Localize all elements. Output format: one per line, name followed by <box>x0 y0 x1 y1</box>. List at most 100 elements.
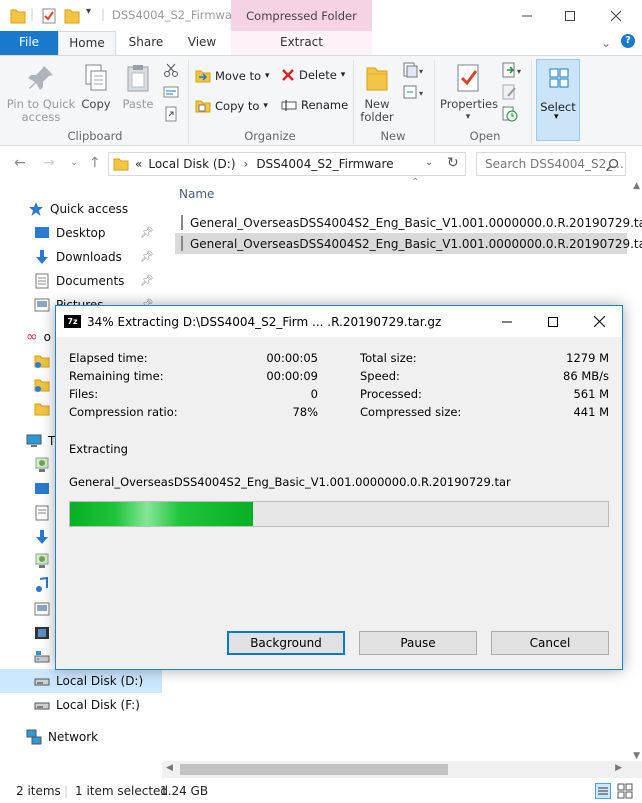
breadcrumb-local-disk[interactable]: Local Disk (D:) <box>148 157 235 171</box>
nav-documents[interactable]: Documents 📌︎ <box>0 269 162 293</box>
pin-to-quick-access-button[interactable]: Pin to Quick access <box>6 62 76 124</box>
breadcrumb-overflow[interactable]: « <box>135 157 142 171</box>
tab-share[interactable]: Share <box>122 31 170 55</box>
edit-icon[interactable] <box>502 84 518 100</box>
dialog-maximize-button[interactable] <box>530 306 576 337</box>
properties-check-icon[interactable] <box>41 7 57 25</box>
customize-qa-chevron-icon[interactable]: ▾ <box>86 6 91 17</box>
search-input[interactable]: Search DSS4004_S2_... <box>476 152 626 176</box>
scroll-right-arrow-icon[interactable]: ▶ <box>615 763 622 773</box>
ribbon-separator <box>434 60 435 144</box>
new-item-icon[interactable]: ▾ <box>403 62 425 78</box>
paste-shortcut-icon[interactable] <box>163 106 179 122</box>
folder-icon[interactable] <box>34 353 50 369</box>
minimize-button[interactable] <box>504 0 550 31</box>
nav-documents-label: Documents <box>56 274 125 288</box>
properties-button[interactable]: Properties ▾ <box>440 62 499 124</box>
file-document-icon <box>181 215 183 230</box>
rename-button[interactable]: Rename <box>281 98 348 112</box>
scroll-up-arrow-icon[interactable]: ▲ <box>633 181 640 191</box>
select-button[interactable]: Select ▾ <box>536 59 580 141</box>
folder-icon[interactable] <box>34 401 50 417</box>
video-film-icon[interactable] <box>34 625 50 641</box>
forward-arrow-icon[interactable]: → <box>43 155 55 171</box>
paste-button[interactable]: Paste <box>120 62 156 111</box>
cut-scissors-icon[interactable] <box>163 62 179 78</box>
documents-icon[interactable] <box>34 505 50 521</box>
nav-network-label: Network <box>48 730 99 744</box>
maximize-button[interactable] <box>547 0 593 31</box>
up-arrow-icon[interactable]: ↑ <box>89 155 101 171</box>
nav-quick-access[interactable]: Quick access <box>0 197 162 221</box>
desktop-icon <box>35 227 49 238</box>
pin-label: Pin to Quick access <box>6 97 76 124</box>
desktop-icon[interactable] <box>34 481 50 497</box>
group-label-new: New <box>380 129 406 143</box>
network-icon <box>26 729 42 745</box>
copy-to-button[interactable]: Copy to ▾ <box>195 98 268 114</box>
folder-icon[interactable] <box>34 377 50 393</box>
nav-local-disk-f[interactable]: Local Disk (F:) <box>0 693 162 717</box>
move-to-button[interactable]: Move to ▾ <box>195 68 270 84</box>
address-dropdown-chevron-icon[interactable]: ⌄ <box>425 157 433 168</box>
address-bar[interactable]: « Local Disk (D:) › DSS4004_S2_Firmware … <box>108 152 466 176</box>
new-folder-icon[interactable] <box>64 7 80 25</box>
music-note-icon[interactable] <box>34 577 50 593</box>
stat-remaining-time: 00:00:09 <box>266 369 318 383</box>
new-folder-button[interactable]: New folder <box>357 62 397 124</box>
copy-button[interactable]: Copy <box>78 62 114 111</box>
nav-network[interactable]: Network <box>0 725 162 749</box>
horizontal-scrollbar[interactable]: ◀ ▶ <box>162 761 642 778</box>
dialog-minimize-button[interactable] <box>484 306 530 337</box>
recent-locations-chevron-icon[interactable]: ⌄ <box>70 157 78 168</box>
close-icon <box>611 10 621 21</box>
properties-label: Properties <box>440 97 499 111</box>
background-button[interactable]: Background <box>227 631 345 655</box>
pictures-icon[interactable] <box>34 601 50 617</box>
delete-button[interactable]: Delete ▾ <box>281 68 345 82</box>
pause-button[interactable]: Pause <box>359 631 477 655</box>
tab-file[interactable]: File <box>0 31 58 55</box>
refresh-icon[interactable]: ↻ <box>447 155 459 171</box>
network-drive-icon[interactable] <box>34 553 50 569</box>
dialog-title-bar: 7z 34% Extracting D:\DSS4004_S2_Firm ...… <box>56 306 622 337</box>
back-arrow-icon[interactable]: ← <box>14 155 26 171</box>
tab-extract[interactable]: Extract <box>231 31 372 55</box>
tab-home[interactable]: Home <box>58 31 116 55</box>
nav-desktop[interactable]: Desktop 📌︎ <box>0 221 162 245</box>
open-arrow-icon[interactable]: ▾ <box>502 62 524 78</box>
scroll-left-arrow-icon[interactable]: ◀ <box>166 763 173 773</box>
nav-quick-access-label: Quick access <box>50 202 129 216</box>
dialog-close-button[interactable] <box>576 306 622 337</box>
scrollbar-thumb[interactable] <box>180 764 448 775</box>
nav-local-disk-d[interactable]: Local Disk (D:) <box>0 669 162 693</box>
column-header-name[interactable]: Name <box>179 187 214 201</box>
file-row-selected[interactable]: General_OverseasDSS4004S2_Eng_Basic_V1.0… <box>175 233 642 254</box>
progress-fill <box>70 502 253 526</box>
history-icon[interactable] <box>502 106 518 122</box>
network-drive-icon[interactable] <box>34 457 50 473</box>
details-view-icon[interactable] <box>595 783 611 799</box>
large-icons-view-icon[interactable] <box>617 783 633 799</box>
close-button[interactable] <box>593 0 639 31</box>
cancel-button[interactable]: Cancel <box>491 631 609 655</box>
pin-icon <box>28 66 53 90</box>
nav-local-disk-f-label: Local Disk (F:) <box>56 698 140 712</box>
status-separator: | <box>64 784 69 798</box>
copy-path-icon[interactable] <box>163 84 179 100</box>
drive-icon[interactable] <box>34 649 50 665</box>
collapse-ribbon-chevron-icon[interactable]: ⌄ <box>601 36 611 50</box>
scroll-down-arrow-icon[interactable]: ▼ <box>633 751 640 761</box>
tab-view[interactable]: View <box>178 31 226 55</box>
easy-access-icon[interactable]: ▾ <box>403 84 425 100</box>
breadcrumb-firmware-folder[interactable]: DSS4004_S2_Firmware <box>256 157 393 171</box>
file-name: General_OverseasDSS4004S2_Eng_Basic_V1.0… <box>190 215 642 230</box>
group-label-open: Open <box>469 129 501 143</box>
move-to-chevron-icon: ▾ <box>265 71 270 81</box>
status-size: 1.24 GB <box>160 784 209 798</box>
download-arrow-icon[interactable] <box>34 529 50 545</box>
ribbon-tabs: File Home Share View Extract <box>0 31 642 55</box>
file-row[interactable]: General_OverseasDSS4004S2_Eng_Basic_V1.0… <box>175 212 642 233</box>
help-icon[interactable]: ? <box>621 34 635 48</box>
nav-downloads[interactable]: Downloads 📌︎ <box>0 245 162 269</box>
